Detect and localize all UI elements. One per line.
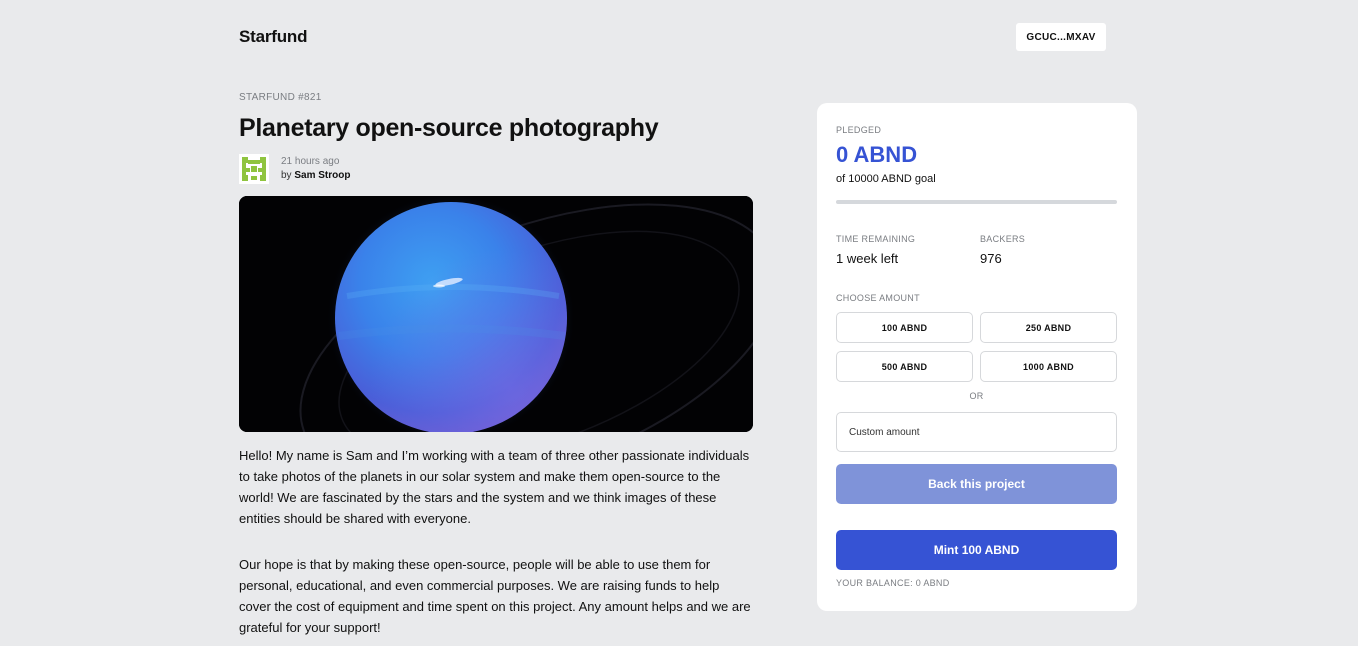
custom-amount-input[interactable]: [836, 412, 1117, 452]
backers-label: BACKERS: [980, 234, 1026, 244]
wallet-address-button[interactable]: GCUC...MXAV: [1016, 23, 1106, 51]
funding-card: PLEDGED 0 ABND of 10000 ABND goal TIME R…: [817, 103, 1137, 611]
pledged-value: 0 ABND: [836, 142, 918, 167]
project-id: STARFUND #821: [239, 92, 322, 103]
project-image: [239, 196, 753, 432]
author-meta: 21 hours ago by Sam Stroop: [281, 155, 350, 183]
project-details: STARFUND #821 Planetary open-source phot…: [239, 92, 753, 638]
back-project-button[interactable]: Back this project: [836, 464, 1117, 504]
goal-text: of 10000 ABND goal: [836, 173, 936, 185]
author-name[interactable]: Sam Stroop: [294, 170, 350, 181]
funding-progress-bar: [836, 200, 1117, 204]
description-paragraph: Hello! My name is Sam and I’m working wi…: [239, 448, 750, 526]
time-remaining-label: TIME REMAINING: [836, 234, 916, 244]
amount-option-100[interactable]: 100 ABND: [836, 312, 973, 343]
backers-value: 976: [980, 251, 1002, 266]
author-row: 21 hours ago by Sam Stroop: [239, 154, 753, 184]
pledged-label: PLEDGED: [836, 125, 882, 135]
avatar[interactable]: [239, 154, 269, 184]
planet-image: [239, 196, 753, 432]
choose-amount-label: CHOOSE AMOUNT: [836, 293, 920, 303]
amount-option-1000[interactable]: 1000 ABND: [980, 351, 1117, 382]
brand-logo[interactable]: Starfund: [239, 27, 307, 47]
amount-option-500[interactable]: 500 ABND: [836, 351, 973, 382]
posted-time: 21 hours ago: [281, 156, 340, 167]
author-byline: by Sam Stroop: [281, 169, 350, 183]
by-prefix: by: [281, 170, 292, 181]
amount-option-250[interactable]: 250 ABND: [980, 312, 1117, 343]
mint-button[interactable]: Mint 100 ABND: [836, 530, 1117, 570]
time-remaining-value: 1 week left: [836, 251, 899, 266]
balance-text: YOUR BALANCE: 0 ABND: [836, 578, 950, 588]
project-title: Planetary open-source photography: [239, 114, 659, 142]
or-divider: OR: [969, 391, 984, 401]
project-description: Hello! My name is Sam and I’m working wi…: [239, 445, 753, 638]
description-paragraph: Our hope is that by making these open-so…: [239, 557, 751, 635]
